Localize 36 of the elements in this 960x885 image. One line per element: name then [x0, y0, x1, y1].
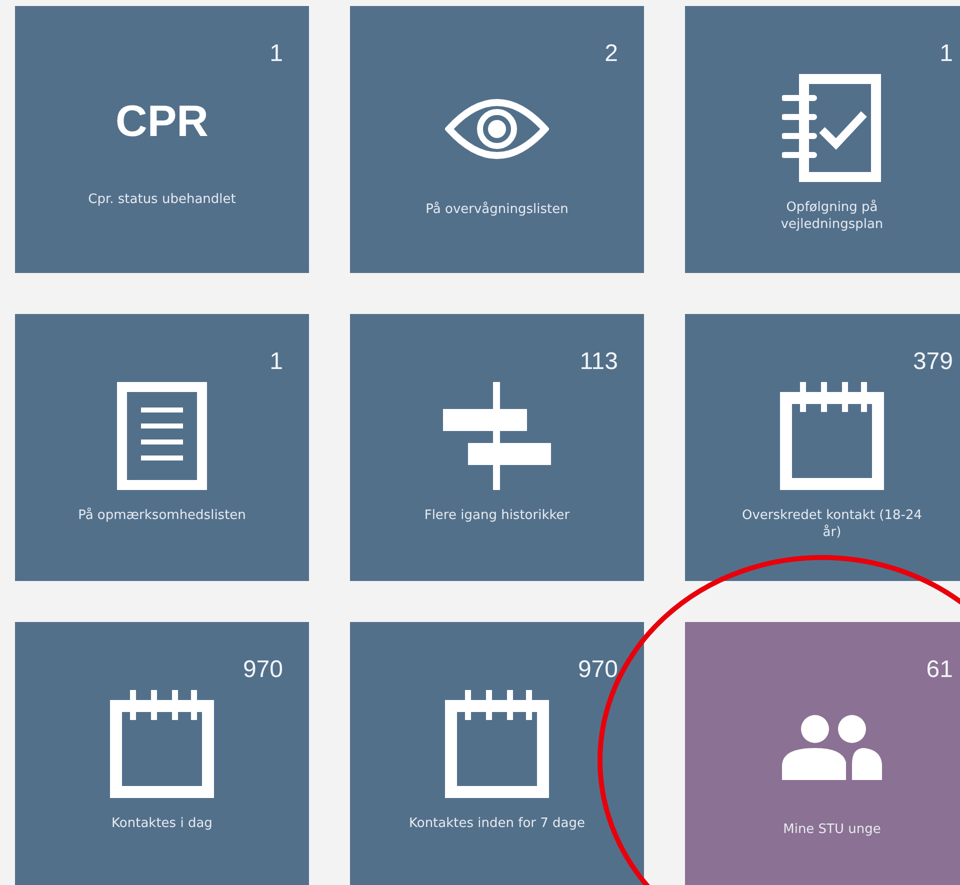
- dashboard-tile[interactable]: 61 Mine STU unge: [685, 622, 960, 885]
- tile-count: 970: [242, 658, 283, 682]
- dashboard-tile[interactable]: 1 CPR Cpr. status ubehandlet: [15, 6, 309, 273]
- dashboard-tile[interactable]: 1 Opfølgning på vejledningsplan: [685, 6, 960, 273]
- tile-count: 1: [270, 350, 283, 374]
- tile-count: 1: [270, 42, 283, 66]
- tile-label: Flere igang historikker: [423, 508, 570, 525]
- tile-label: På overvågningslisten: [424, 202, 568, 219]
- eye-icon: [445, 98, 549, 160]
- timeline-icon: [443, 382, 551, 490]
- tile-count: 379: [912, 350, 953, 374]
- tile-count: 2: [604, 42, 618, 66]
- tile-count: 113: [580, 350, 618, 374]
- tile-label: Kontaktes inden for 7 dage: [408, 816, 585, 833]
- calendar-icon: [445, 690, 549, 798]
- calendar-icon: [110, 690, 214, 798]
- tile-count: 61: [926, 658, 953, 682]
- document-icon: [117, 382, 207, 490]
- calendar-icon: [780, 382, 884, 490]
- tile-label: Opfølgning på vejledningsplan: [780, 200, 884, 234]
- tile-label: Mine STU unge: [782, 822, 881, 839]
- dashboard-tile[interactable]: 1 På opmærksomhedslisten: [15, 314, 309, 581]
- tile-label: Cpr. status ubehandlet: [87, 192, 236, 209]
- tile-count: 1: [940, 42, 953, 66]
- cpr-icon-text: CPR: [116, 100, 208, 144]
- tile-label: På opmærksomhedslisten: [77, 508, 246, 525]
- dashboard-tile[interactable]: 970 Kontaktes inden for 7 dage: [350, 622, 644, 885]
- dashboard-tile[interactable]: 113 Flere igang historikker: [350, 314, 644, 581]
- tile-label: Overskredet kontakt (18-24 år): [740, 508, 924, 542]
- dashboard-tile[interactable]: 379 Overskredet kontakt (18-24 år): [685, 314, 960, 581]
- notebook-check-icon: [782, 74, 882, 182]
- dashboard-tile[interactable]: 970 Kontaktes i dag: [15, 622, 309, 885]
- tile-label: Kontaktes i dag: [110, 816, 212, 833]
- dashboard-tile[interactable]: 2 På overvågningslisten: [350, 6, 644, 273]
- people-icon: [782, 714, 882, 780]
- tile-count: 970: [578, 658, 618, 682]
